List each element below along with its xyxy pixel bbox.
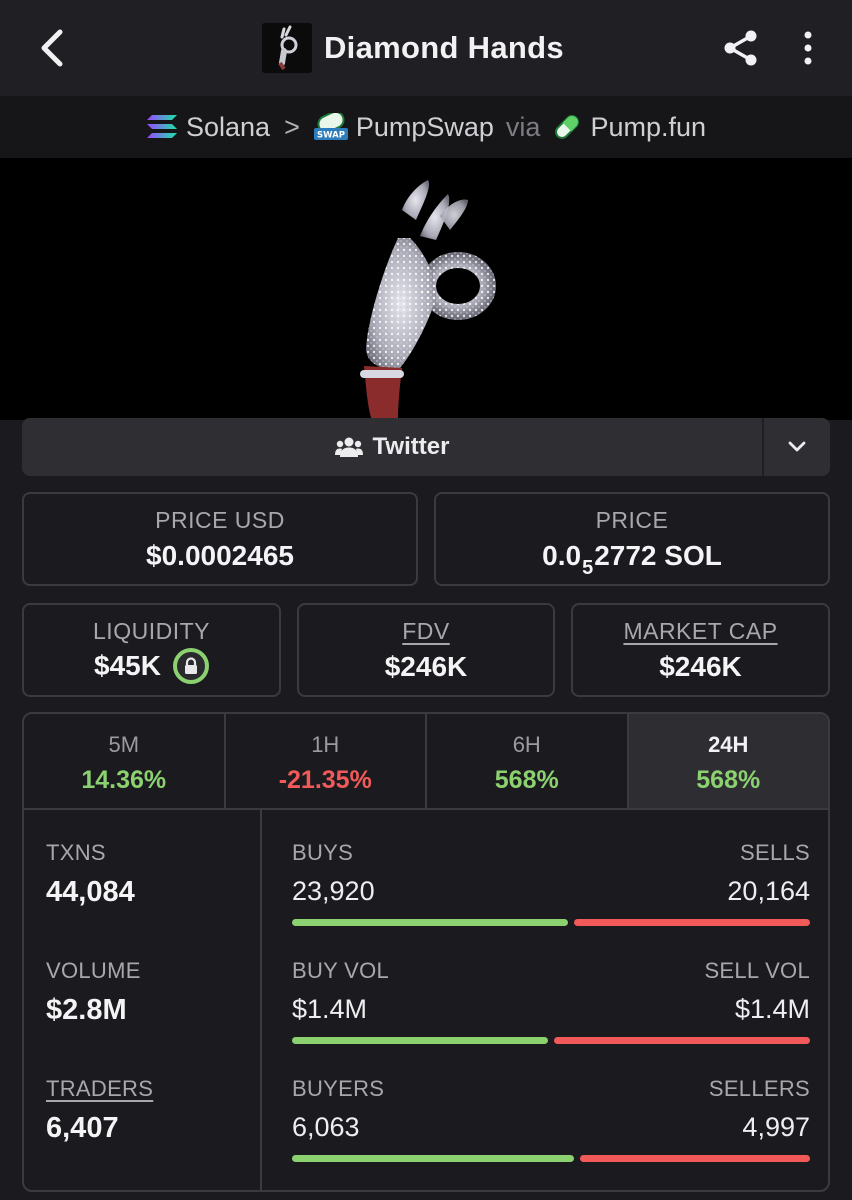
dex-label: PumpSwap	[355, 111, 494, 142]
tab-6h-label: 6H	[512, 732, 541, 757]
socials-expand-button[interactable]	[762, 418, 830, 476]
fdv-value: $246K	[384, 651, 468, 682]
buyers-value: 6,063	[292, 1112, 360, 1142]
liquidity-value-row: $45K	[24, 648, 279, 684]
buyers-label: BUYERS	[292, 1076, 385, 1101]
buyers-bar-fill	[292, 1155, 574, 1162]
price-native-label: PRICE	[595, 507, 669, 533]
sells-bar-fill	[574, 919, 810, 926]
tab-6h[interactable]: 6H 568%	[427, 714, 629, 808]
market-cap-label[interactable]: MARKET CAP	[573, 618, 828, 645]
sellers-value: 4,997	[742, 1112, 810, 1142]
price-native-zeros: 5	[582, 556, 594, 579]
tab-6h-change: 568%	[494, 766, 559, 794]
volume-label: VOLUME	[46, 958, 141, 983]
token-title-group: Diamond Hands	[262, 22, 564, 74]
breadcrumb: Solana > SWAP PumpSwap via Pump.fun	[0, 96, 852, 158]
tab-1h-label: 1H	[311, 732, 340, 757]
price-usd-label: PRICE USD	[155, 507, 285, 533]
market-cap-value: $246K	[659, 651, 742, 682]
launchpad-label: Pump.fun	[590, 111, 707, 142]
buy-sell-column: BUYS SELLS 23,920 20,164 BUY VOL SELL VO…	[292, 810, 810, 1190]
sells-label: SELLS	[740, 840, 810, 865]
back-button[interactable]	[28, 22, 76, 74]
timeframe-tabs: 5M 14.36% 1H -21.35% 6H 568% 24H 568%	[24, 714, 828, 810]
sell-vol-value: $1.4M	[734, 994, 810, 1024]
sells-value: 20,164	[727, 876, 810, 906]
pill-icon	[555, 115, 580, 139]
chevron-left-icon	[41, 29, 63, 67]
tab-5m-label: 5M	[108, 732, 140, 757]
tab-24h-change: 568%	[696, 766, 761, 794]
liquidity-label: LIQUIDITY	[93, 618, 210, 644]
buy-sell-volume-row: BUY VOL SELL VOL $1.4M $1.4M	[292, 958, 810, 1044]
tab-1h[interactable]: 1H -21.35%	[226, 714, 427, 808]
share-button[interactable]	[716, 22, 766, 74]
token-avatar	[262, 23, 312, 73]
sellers-bar-fill	[579, 1155, 810, 1162]
volume-bar	[292, 1037, 810, 1044]
sell-vol-label: SELL VOL	[704, 958, 810, 983]
txns-stat: TXNS 44,084	[46, 840, 135, 909]
share-icon	[724, 30, 757, 66]
price-usd-card: PRICE USD $0.0002465	[22, 492, 418, 586]
buy-vol-label: BUY VOL	[292, 958, 390, 983]
token-banner-image	[0, 158, 852, 420]
buys-value: 23,920	[292, 876, 375, 906]
page-title: Diamond Hands	[324, 30, 564, 65]
buys-label: BUYS	[292, 840, 354, 865]
txns-value: 44,084	[46, 876, 135, 908]
solana-logo-icon	[146, 115, 177, 138]
twitter-label: Twitter	[372, 433, 450, 460]
buys-bar-fill	[292, 919, 569, 926]
twitter-button[interactable]: Twitter	[22, 418, 762, 476]
chain-link[interactable]: Solana	[146, 112, 270, 143]
volume-value: $2.8M	[46, 994, 127, 1026]
more-vertical-icon	[804, 31, 812, 65]
traders-value: 6,407	[46, 1112, 119, 1144]
buyers-sellers-row: BUYERS SELLERS 6,063 4,997	[292, 1076, 810, 1162]
buys-sells-row: BUYS SELLS 23,920 20,164	[292, 840, 810, 926]
buyers-sellers-bar	[292, 1155, 810, 1162]
traders-label[interactable]: TRADERS	[46, 1076, 153, 1102]
price-native-card: PRICE 0.0 5 2772 SOL	[434, 492, 830, 586]
tab-24h[interactable]: 24H 568%	[628, 714, 828, 808]
fdv-card: FDV $246K	[297, 603, 555, 697]
summary-column: TXNS 44,084 VOLUME $2.8M TRADERS 6,407	[24, 810, 262, 1190]
txns-label: TXNS	[46, 840, 106, 865]
fdv-label[interactable]: FDV	[299, 618, 553, 645]
price-native-suffix: 2772 SOL	[594, 540, 722, 571]
tab-5m[interactable]: 5M 14.36%	[24, 714, 226, 808]
users-icon	[334, 437, 363, 457]
stats-panel: 5M 14.36% 1H -21.35% 6H 568% 24H 568% TX…	[22, 712, 830, 1192]
tab-24h-label: 24H	[708, 732, 749, 757]
traders-stat: TRADERS 6,407	[46, 1076, 153, 1145]
dex-link[interactable]: SWAP PumpSwap	[313, 111, 494, 143]
price-native-prefix: 0.0	[542, 540, 582, 571]
price-usd-value: $0.0002465	[146, 540, 294, 571]
chevron-down-icon	[788, 441, 806, 452]
socials-bar: Twitter	[22, 418, 830, 476]
buys-sells-bar	[292, 919, 810, 926]
buy-vol-bar-fill	[292, 1037, 548, 1044]
liquidity-card: LIQUIDITY $45K	[22, 603, 281, 697]
breadcrumb-separator: >	[284, 111, 300, 142]
buy-vol-value: $1.4M	[292, 994, 368, 1024]
price-native-value: 0.0 5 2772 SOL	[436, 540, 828, 579]
volume-stat: VOLUME $2.8M	[46, 958, 141, 1027]
dex-badge-text: SWAP	[317, 131, 345, 141]
more-options-button[interactable]	[788, 22, 828, 74]
market-cap-card: MARKET CAP $246K	[571, 603, 830, 697]
pumpswap-logo-icon: SWAP	[313, 113, 348, 141]
top-app-bar: Diamond Hands	[0, 0, 852, 96]
lock-icon[interactable]	[172, 648, 209, 684]
via-label: via	[505, 111, 541, 142]
tab-1h-change: -21.35%	[278, 766, 372, 794]
liquidity-value: $45K	[94, 650, 161, 681]
sellers-label: SELLERS	[708, 1076, 810, 1101]
tab-5m-change: 14.36%	[81, 766, 167, 794]
chain-label: Solana	[185, 111, 271, 142]
launchpad-link[interactable]: Pump.fun	[552, 112, 706, 143]
sell-vol-bar-fill	[554, 1037, 810, 1044]
